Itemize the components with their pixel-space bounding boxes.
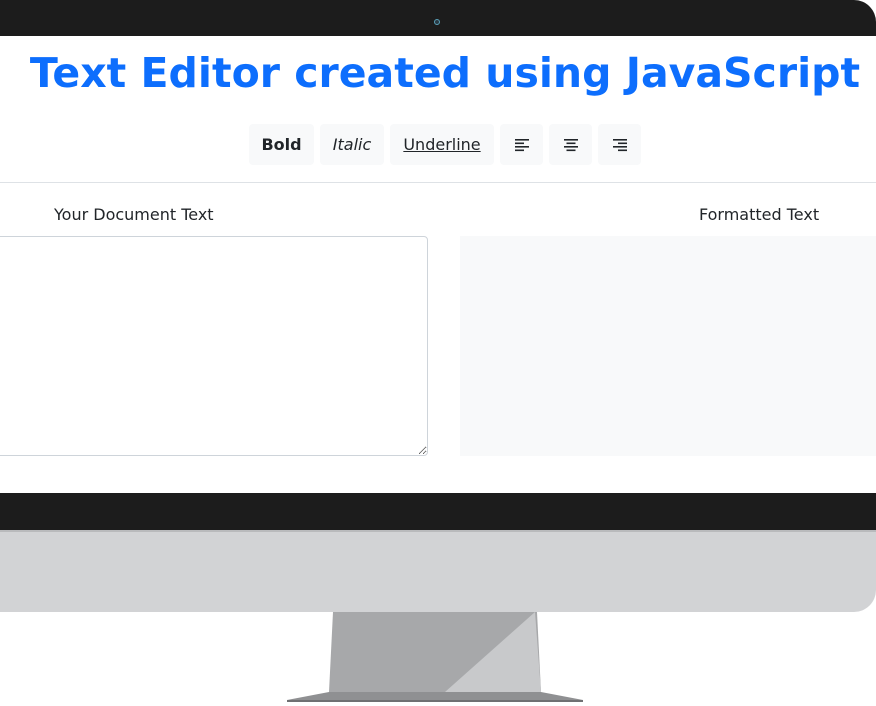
page-title: Text Editor created using JavaScript bbox=[29, 49, 861, 97]
align-center-icon bbox=[563, 138, 578, 151]
italic-button[interactable]: Italic bbox=[320, 124, 384, 165]
monitor-screen: Text Editor created using JavaScript Bol… bbox=[0, 36, 876, 493]
monitor-stand bbox=[287, 612, 583, 702]
monitor-top-bezel bbox=[0, 0, 876, 36]
align-right-button[interactable] bbox=[598, 124, 641, 165]
align-right-icon bbox=[612, 138, 627, 151]
document-textarea[interactable] bbox=[0, 236, 428, 456]
bold-button[interactable]: Bold bbox=[249, 124, 314, 165]
underline-button[interactable]: Underline bbox=[390, 124, 494, 165]
section-divider bbox=[0, 182, 876, 183]
formatting-toolbar: Bold Italic Underline bbox=[249, 124, 641, 165]
monitor-chin bbox=[0, 530, 876, 612]
document-text-label: Your Document Text bbox=[54, 205, 214, 224]
align-left-button[interactable] bbox=[500, 124, 543, 165]
align-center-button[interactable] bbox=[549, 124, 592, 165]
formatted-text-output bbox=[460, 236, 876, 456]
formatted-text-label: Formatted Text bbox=[699, 205, 820, 224]
align-left-icon bbox=[514, 138, 529, 151]
monitor-bottom-bezel bbox=[0, 493, 876, 530]
webcam-icon bbox=[434, 19, 440, 25]
